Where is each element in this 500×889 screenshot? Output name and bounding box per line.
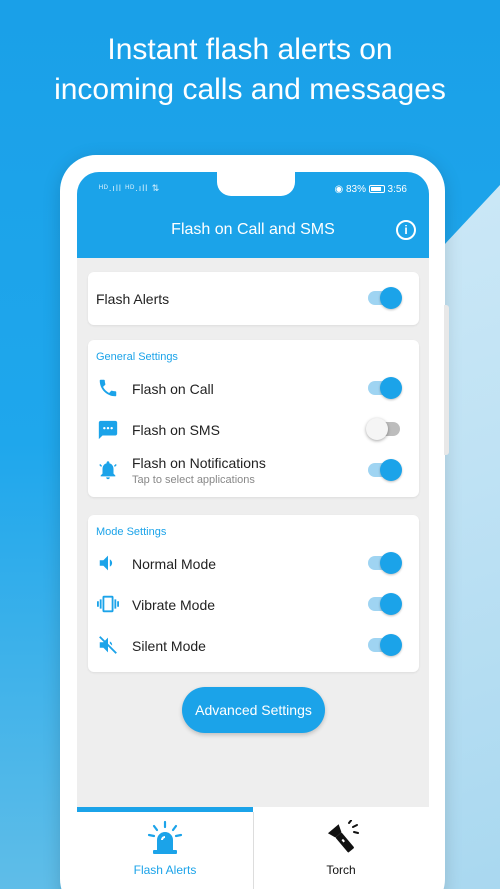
mode-settings-title: Mode Settings <box>96 526 167 538</box>
flash-on-sms-toggle[interactable] <box>366 418 402 440</box>
headline-line-2: incoming calls and messages <box>54 73 446 106</box>
phone-side-button <box>444 305 449 455</box>
flash-alerts-toggle[interactable] <box>368 287 402 309</box>
camera-notch <box>217 172 295 196</box>
flash-on-call-label: Flash on Call <box>132 381 214 397</box>
flashlight-icon <box>327 820 359 853</box>
flash-on-call-toggle[interactable] <box>368 377 402 399</box>
siren-icon <box>147 820 183 854</box>
eye-comfort-icon: ◉ <box>334 184 344 195</box>
app-title: Flash on Call and SMS <box>171 221 335 238</box>
volume-icon <box>99 555 113 571</box>
vibrate-mode-toggle[interactable] <box>368 593 402 615</box>
general-settings-title: General Settings <box>96 351 178 363</box>
silent-mode-toggle[interactable] <box>368 634 402 656</box>
info-icon[interactable]: i <box>396 220 416 240</box>
battery-percent: 83% <box>345 184 366 195</box>
vibrate-icon <box>97 595 119 613</box>
flash-alerts-label: Flash Alerts <box>96 291 170 307</box>
headline-line-1: Instant flash alerts on <box>107 33 393 66</box>
clock: 3:56 <box>387 184 407 195</box>
flash-on-notifications-sublabel[interactable]: Tap to select applications <box>132 474 255 486</box>
silent-mode-label: Silent Mode <box>132 638 206 654</box>
sms-icon <box>98 420 118 440</box>
general-settings-card: General Settings Flash on Call Flash on … <box>88 340 419 497</box>
flash-alerts-card[interactable]: Flash Alerts <box>88 272 419 325</box>
app-bar: ᴴᴰ.ıll ᴴᴰ.ıll ⇅ ◉ 83% 3:56 Flash on Call… <box>77 172 429 258</box>
app-screen: ᴴᴰ.ıll ᴴᴰ.ıll ⇅ ◉ 83% 3:56 Flash on Call… <box>77 172 429 889</box>
status-right: ◉ 83% 3:56 <box>334 184 407 195</box>
phone-icon <box>99 379 117 397</box>
flash-on-sms-label: Flash on SMS <box>132 422 220 438</box>
bell-icon <box>99 461 117 480</box>
promo-headline: Instant flash alerts on incoming calls a… <box>0 30 500 110</box>
mute-icon <box>99 636 117 654</box>
flash-on-notifications-toggle[interactable] <box>368 459 402 481</box>
battery-icon <box>368 185 385 194</box>
tab-flash-alerts[interactable]: Flash Alerts <box>77 812 253 889</box>
signal-indicators: ᴴᴰ.ıll ᴴᴰ.ıll ⇅ <box>99 183 161 193</box>
normal-mode-toggle[interactable] <box>368 552 402 574</box>
flash-on-notifications-label: Flash on Notifications <box>132 455 266 471</box>
tab-torch[interactable]: Torch <box>253 812 429 889</box>
bottom-navigation: Flash Alerts Torch <box>77 807 429 889</box>
tab-flash-alerts-label: Flash Alerts <box>133 863 197 877</box>
mode-settings-card: Mode Settings Normal Mode Vibrate Mode S… <box>88 515 419 672</box>
vibrate-mode-label: Vibrate Mode <box>132 597 216 613</box>
normal-mode-label: Normal Mode <box>132 556 217 572</box>
advanced-settings-button[interactable]: Advanced Settings <box>182 687 325 733</box>
tab-torch-label: Torch <box>326 863 356 877</box>
